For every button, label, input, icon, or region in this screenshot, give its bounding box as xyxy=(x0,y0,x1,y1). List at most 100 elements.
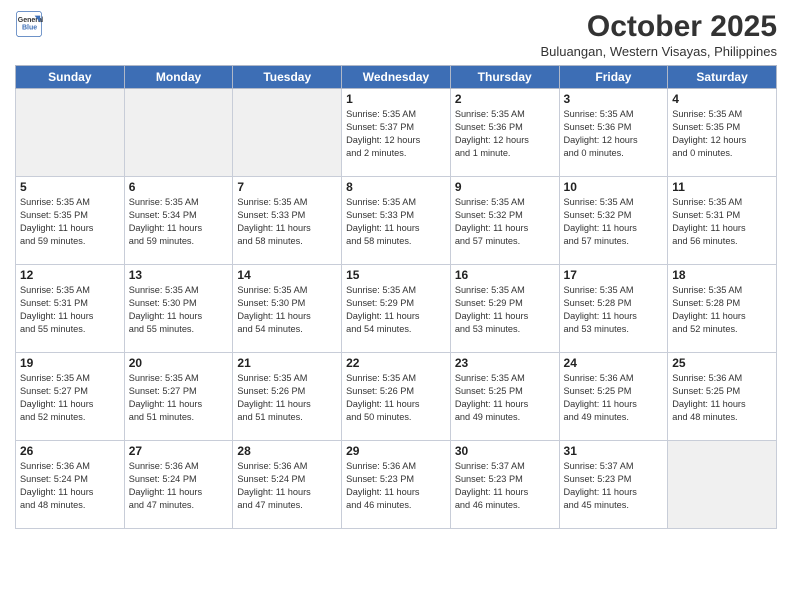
day-info: Sunrise: 5:35 AMSunset: 5:35 PMDaylight:… xyxy=(20,196,120,248)
day-info: Sunrise: 5:35 AMSunset: 5:33 PMDaylight:… xyxy=(346,196,446,248)
day-info: Sunrise: 5:35 AMSunset: 5:30 PMDaylight:… xyxy=(237,284,337,336)
day-number: 19 xyxy=(20,356,120,370)
day-info: Sunrise: 5:37 AMSunset: 5:23 PMDaylight:… xyxy=(564,460,664,512)
day-number: 18 xyxy=(672,268,772,282)
day-number: 3 xyxy=(564,92,664,106)
calendar-day: 15 Sunrise: 5:35 AMSunset: 5:29 PMDayligh… xyxy=(342,265,451,353)
calendar-day: 31 Sunrise: 5:37 AMSunset: 5:23 PMDayligh… xyxy=(559,441,668,529)
calendar-week-2: 5 Sunrise: 5:35 AMSunset: 5:35 PMDaylight… xyxy=(16,177,777,265)
day-info: Sunrise: 5:35 AMSunset: 5:29 PMDaylight:… xyxy=(346,284,446,336)
day-info: Sunrise: 5:35 AMSunset: 5:25 PMDaylight:… xyxy=(455,372,555,424)
calendar-day: 7 Sunrise: 5:35 AMSunset: 5:33 PMDaylight… xyxy=(233,177,342,265)
day-info: Sunrise: 5:35 AMSunset: 5:27 PMDaylight:… xyxy=(20,372,120,424)
calendar-day: 6Sunrise: 5:35 AMSunset: 5:34 PMDaylight… xyxy=(124,177,233,265)
day-info: Sunrise: 5:35 AMSunset: 5:32 PMDaylight:… xyxy=(455,196,555,248)
logo-icon: General Blue xyxy=(15,10,43,38)
day-info: Sunrise: 5:36 AMSunset: 5:24 PMDaylight:… xyxy=(129,460,229,512)
day-number: 20 xyxy=(129,356,229,370)
calendar-day: 8 Sunrise: 5:35 AMSunset: 5:33 PMDaylight… xyxy=(342,177,451,265)
day-info: Sunrise: 5:36 AMSunset: 5:24 PMDaylight:… xyxy=(237,460,337,512)
calendar-day: 21Sunrise: 5:35 AMSunset: 5:26 PMDayligh… xyxy=(233,353,342,441)
calendar-day: 3 Sunrise: 5:35 AMSunset: 5:36 PMDaylight… xyxy=(559,89,668,177)
calendar-day: 14 Sunrise: 5:35 AMSunset: 5:30 PMDayligh… xyxy=(233,265,342,353)
calendar-day xyxy=(233,89,342,177)
calendar-day xyxy=(124,89,233,177)
calendar-day: 22 Sunrise: 5:35 AMSunset: 5:26 PMDayligh… xyxy=(342,353,451,441)
day-info: Sunrise: 5:36 AMSunset: 5:23 PMDaylight:… xyxy=(346,460,446,512)
day-info: Sunrise: 5:35 AMSunset: 5:26 PMDaylight:… xyxy=(237,372,337,424)
calendar-day: 25Sunrise: 5:36 AMSunset: 5:25 PMDayligh… xyxy=(668,353,777,441)
calendar-day: 16Sunrise: 5:35 AMSunset: 5:29 PMDayligh… xyxy=(450,265,559,353)
day-info: Sunrise: 5:36 AMSunset: 5:25 PMDaylight:… xyxy=(564,372,664,424)
calendar-day: 29Sunrise: 5:36 AMSunset: 5:23 PMDayligh… xyxy=(342,441,451,529)
day-info: Sunrise: 5:35 AMSunset: 5:27 PMDaylight:… xyxy=(129,372,229,424)
calendar-week-4: 19 Sunrise: 5:35 AMSunset: 5:27 PMDayligh… xyxy=(16,353,777,441)
weekday-header-sunday: Sunday xyxy=(16,66,125,89)
day-info: Sunrise: 5:35 AMSunset: 5:28 PMDaylight:… xyxy=(672,284,772,336)
weekday-header-row: SundayMondayTuesdayWednesdayThursdayFrid… xyxy=(16,66,777,89)
page: General Blue General Blue October 2025 B… xyxy=(0,0,792,612)
day-number: 23 xyxy=(455,356,555,370)
calendar-day: 9 Sunrise: 5:35 AMSunset: 5:32 PMDaylight… xyxy=(450,177,559,265)
calendar-day: 13Sunrise: 5:35 AMSunset: 5:30 PMDayligh… xyxy=(124,265,233,353)
weekday-header-tuesday: Tuesday xyxy=(233,66,342,89)
calendar-day: 4Sunrise: 5:35 AMSunset: 5:35 PMDaylight… xyxy=(668,89,777,177)
title-block: October 2025 Buluangan, Western Visayas,… xyxy=(540,10,777,59)
day-number: 22 xyxy=(346,356,446,370)
day-number: 15 xyxy=(346,268,446,282)
day-info: Sunrise: 5:35 AMSunset: 5:33 PMDaylight:… xyxy=(237,196,337,248)
day-info: Sunrise: 5:35 AMSunset: 5:35 PMDaylight:… xyxy=(672,108,772,160)
logo: General Blue General Blue xyxy=(15,10,43,38)
calendar-day: 18 Sunrise: 5:35 AMSunset: 5:28 PMDayligh… xyxy=(668,265,777,353)
calendar-day: 2Sunrise: 5:35 AMSunset: 5:36 PMDaylight… xyxy=(450,89,559,177)
day-number: 26 xyxy=(20,444,120,458)
day-info: Sunrise: 5:35 AMSunset: 5:31 PMDaylight:… xyxy=(672,196,772,248)
header: General Blue General Blue October 2025 B… xyxy=(15,10,777,59)
calendar-day: 20 Sunrise: 5:35 AMSunset: 5:27 PMDayligh… xyxy=(124,353,233,441)
calendar-day: 17Sunrise: 5:35 AMSunset: 5:28 PMDayligh… xyxy=(559,265,668,353)
weekday-header-wednesday: Wednesday xyxy=(342,66,451,89)
day-info: Sunrise: 5:35 AMSunset: 5:32 PMDaylight:… xyxy=(564,196,664,248)
calendar-day: 23 Sunrise: 5:35 AMSunset: 5:25 PMDayligh… xyxy=(450,353,559,441)
location-subtitle: Buluangan, Western Visayas, Philippines xyxy=(540,44,777,59)
calendar-day: 5 Sunrise: 5:35 AMSunset: 5:35 PMDaylight… xyxy=(16,177,125,265)
day-info: Sunrise: 5:36 AMSunset: 5:24 PMDaylight:… xyxy=(20,460,120,512)
calendar-day xyxy=(16,89,125,177)
calendar-day: 30Sunrise: 5:37 AMSunset: 5:23 PMDayligh… xyxy=(450,441,559,529)
day-info: Sunrise: 5:35 AMSunset: 5:30 PMDaylight:… xyxy=(129,284,229,336)
day-number: 6 xyxy=(129,180,229,194)
day-info: Sunrise: 5:35 AMSunset: 5:37 PMDaylight:… xyxy=(346,108,446,160)
calendar-week-5: 26 Sunrise: 5:36 AMSunset: 5:24 PMDayligh… xyxy=(16,441,777,529)
day-number: 17 xyxy=(564,268,664,282)
day-number: 16 xyxy=(455,268,555,282)
day-number: 12 xyxy=(20,268,120,282)
day-number: 28 xyxy=(237,444,337,458)
calendar-week-1: 1 Sunrise: 5:35 AMSunset: 5:37 PMDaylight… xyxy=(16,89,777,177)
weekday-header-saturday: Saturday xyxy=(668,66,777,89)
calendar-week-3: 12 Sunrise: 5:35 AMSunset: 5:31 PMDayligh… xyxy=(16,265,777,353)
day-number: 8 xyxy=(346,180,446,194)
calendar-day: 26 Sunrise: 5:36 AMSunset: 5:24 PMDayligh… xyxy=(16,441,125,529)
day-number: 14 xyxy=(237,268,337,282)
calendar-day: 28 Sunrise: 5:36 AMSunset: 5:24 PMDayligh… xyxy=(233,441,342,529)
day-number: 9 xyxy=(455,180,555,194)
day-info: Sunrise: 5:35 AMSunset: 5:26 PMDaylight:… xyxy=(346,372,446,424)
day-number: 31 xyxy=(564,444,664,458)
day-number: 5 xyxy=(20,180,120,194)
day-number: 25 xyxy=(672,356,772,370)
day-info: Sunrise: 5:35 AMSunset: 5:36 PMDaylight:… xyxy=(455,108,555,160)
day-info: Sunrise: 5:35 AMSunset: 5:31 PMDaylight:… xyxy=(20,284,120,336)
day-number: 10 xyxy=(564,180,664,194)
day-info: Sunrise: 5:35 AMSunset: 5:36 PMDaylight:… xyxy=(564,108,664,160)
calendar-table: SundayMondayTuesdayWednesdayThursdayFrid… xyxy=(15,65,777,529)
day-number: 11 xyxy=(672,180,772,194)
svg-text:Blue: Blue xyxy=(22,25,37,32)
calendar-day: 27Sunrise: 5:36 AMSunset: 5:24 PMDayligh… xyxy=(124,441,233,529)
month-title: October 2025 xyxy=(540,10,777,44)
day-number: 1 xyxy=(346,92,446,106)
calendar-day: 1 Sunrise: 5:35 AMSunset: 5:37 PMDaylight… xyxy=(342,89,451,177)
day-number: 7 xyxy=(237,180,337,194)
day-info: Sunrise: 5:37 AMSunset: 5:23 PMDaylight:… xyxy=(455,460,555,512)
calendar-day: 19 Sunrise: 5:35 AMSunset: 5:27 PMDayligh… xyxy=(16,353,125,441)
weekday-header-friday: Friday xyxy=(559,66,668,89)
